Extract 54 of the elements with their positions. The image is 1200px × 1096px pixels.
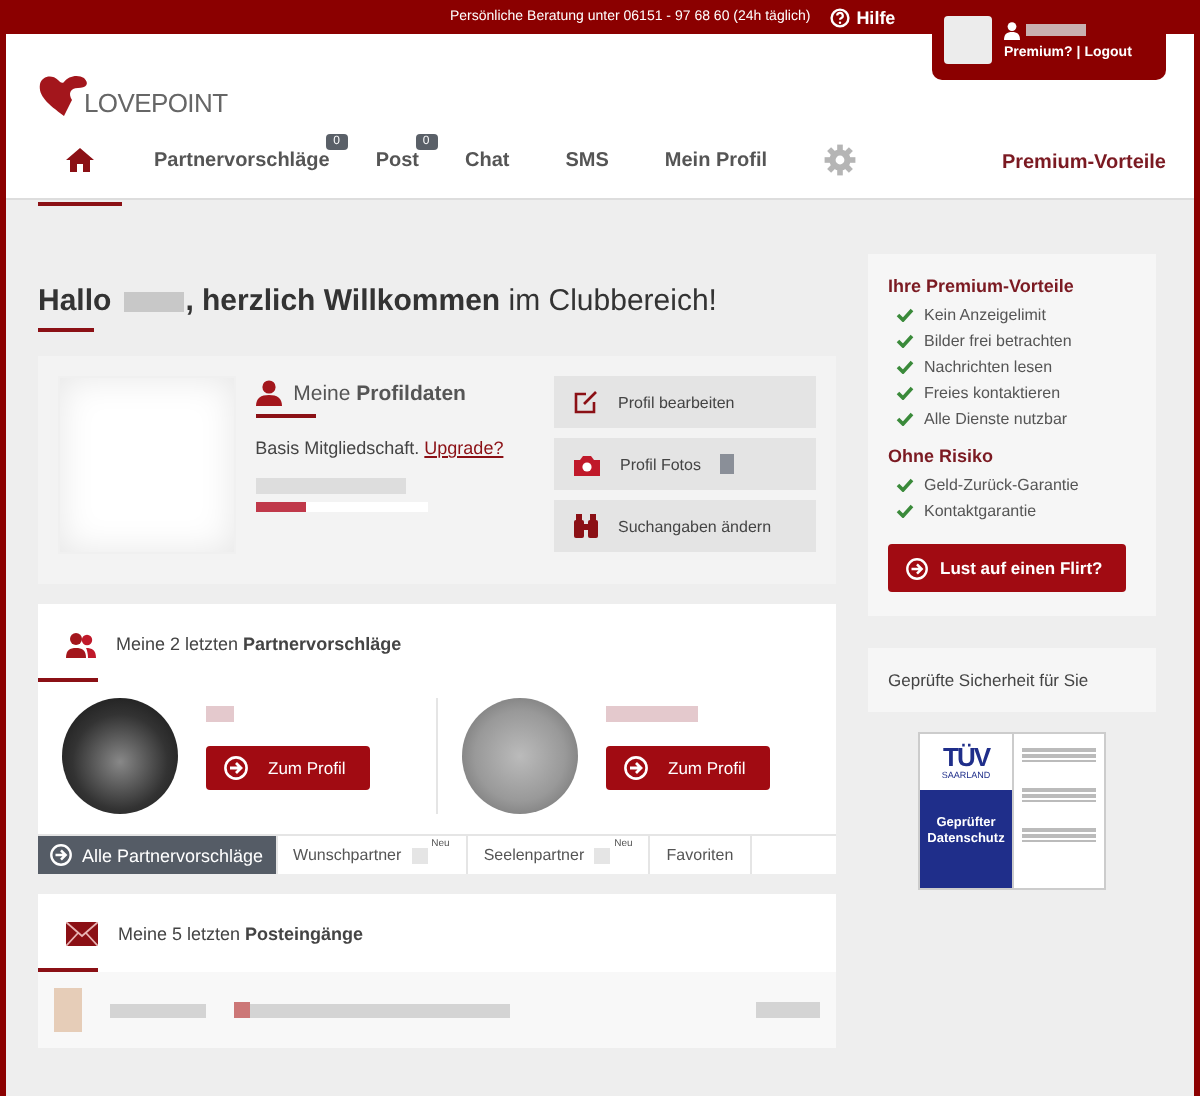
arrow-circle-icon [224, 756, 248, 780]
arrow-circle-icon [50, 844, 72, 866]
profile-action-button[interactable]: Suchangaben ändern [554, 500, 816, 552]
heart-logo-icon [38, 74, 90, 118]
flirt-button[interactable]: Lust auf einen Flirt? [888, 544, 1127, 592]
filter-tab[interactable]: Alle Partnervorschläge [38, 836, 278, 874]
edit-icon [574, 390, 598, 414]
nav-tab[interactable]: SMS [565, 118, 609, 206]
arrow-circle-icon [624, 756, 648, 780]
nav-tab[interactable]: Partnervorschläge [154, 118, 330, 206]
greeting-text: , herzlich Willkommen im Clubbereich! [185, 284, 717, 318]
profile-button[interactable]: Zum Profil [206, 746, 370, 790]
greeting-text: Hallo [38, 284, 112, 318]
blurred-photo [944, 16, 992, 64]
arrow-circle-icon [906, 557, 928, 579]
user-icon [255, 380, 282, 406]
nav-tab[interactable]: Chat [465, 118, 510, 206]
nav-tab[interactable]: Mein Profil [664, 118, 768, 206]
benefit-text: Freies kontaktieren [924, 384, 1061, 402]
binoculars-icon [574, 514, 598, 538]
users-icon [66, 631, 96, 657]
section-title: Meine Profildaten [293, 381, 466, 405]
home-icon [66, 148, 94, 172]
profile-action-button[interactable]: Profil Fotos [554, 438, 816, 490]
camera-icon [574, 453, 600, 475]
section-title: Meine 2 letzten Partnervorschläge [116, 634, 402, 654]
section-title: Meine 5 letzten Posteingänge [118, 924, 364, 944]
benefit-text: Bilder frei betrachten [924, 332, 1072, 350]
section-title: Ohne Risiko [888, 446, 996, 466]
user-icon [1004, 21, 1020, 39]
section-title: Ihre Premium-Vorteile [888, 276, 1076, 296]
section-title: Geprüfte Sicherheit für Sie [868, 648, 1156, 712]
blurred-text [206, 706, 234, 722]
blurred-message-row[interactable] [38, 972, 836, 1048]
benefit-text: Kein Anzeigelimit [924, 306, 1046, 324]
benefit-text: Alle Dienste nutzbar [924, 410, 1068, 428]
settings-icon [823, 144, 856, 176]
benefit-text: Kontaktgarantie [924, 502, 1037, 520]
logo-text: LOVEPOINT [84, 88, 228, 118]
benefit-text: Nachrichten lesen [924, 358, 1053, 376]
blurred-text [123, 291, 184, 311]
nav-tab[interactable]: Post [375, 118, 419, 206]
blurred-text [606, 706, 698, 722]
help-icon [830, 7, 851, 27]
help-link[interactable]: Hilfe [830, 7, 896, 27]
upgrade-link[interactable]: Upgrade? [424, 438, 504, 458]
premium-tab[interactable]: Premium-Vorteile [1001, 151, 1166, 173]
profile-button[interactable]: Zum Profil [606, 746, 770, 790]
profile-action-button[interactable]: Profil bearbeiten [554, 376, 816, 428]
membership-text: Basis Mitgliedschaft. [255, 438, 420, 458]
envelope-icon [66, 922, 98, 946]
seal-brand-text: TÜV [943, 744, 989, 770]
blurred-text [1026, 24, 1086, 36]
benefit-text: Geld-Zurück-Garantie [924, 476, 1079, 494]
